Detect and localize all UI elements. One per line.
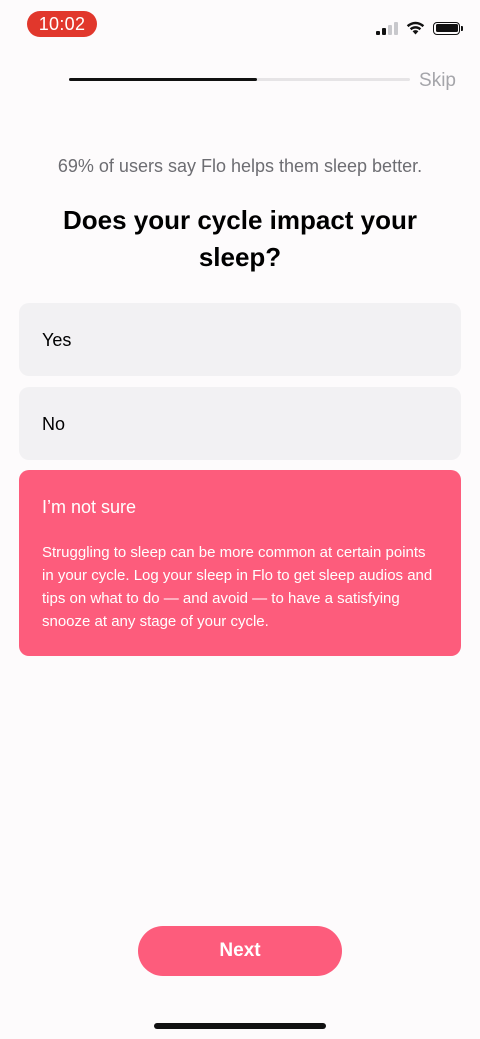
cellular-signal-icon	[376, 21, 398, 35]
option-label: I’m not sure	[42, 497, 137, 517]
battery-icon	[433, 21, 463, 35]
option-no[interactable]: No	[19, 387, 461, 460]
question-title: Does your cycle impact your sleep?	[62, 205, 418, 272]
wifi-icon	[406, 21, 425, 35]
screen: 10:02 Skip 69% of users say Flo helps th…	[0, 0, 480, 1039]
skip-button[interactable]: Skip	[419, 70, 456, 92]
onboarding-progress-fill	[69, 78, 257, 81]
option-yes[interactable]: Yes	[19, 303, 461, 376]
option-not-sure[interactable]: I’m not sure Struggling to sleep can be …	[19, 470, 461, 656]
option-label: No	[42, 414, 66, 434]
status-time[interactable]: 10:02	[27, 11, 97, 37]
option-description: Struggling to sleep can be more common a…	[42, 544, 433, 630]
home-indicator[interactable]	[154, 1023, 326, 1029]
next-button[interactable]: Next	[138, 926, 342, 976]
status-icons	[376, 20, 463, 36]
option-label: Yes	[42, 330, 72, 350]
stat-text: 69% of users say Flo helps them sleep be…	[57, 156, 423, 176]
onboarding-progress-bar	[69, 78, 410, 81]
